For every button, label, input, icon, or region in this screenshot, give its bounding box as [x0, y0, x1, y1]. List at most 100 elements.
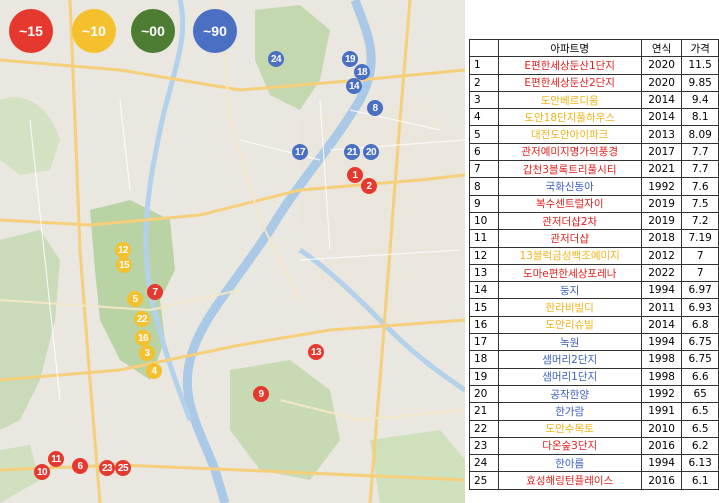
cell-name: 갑천3블록트리풀시티 [497, 160, 642, 179]
table-row[interactable]: 8 국화신동아 1992 7.6 [469, 177, 719, 196]
cell-year: 2014 [640, 90, 683, 110]
marker-label: 14 [348, 80, 360, 92]
table-row[interactable]: 15 한라비빌디 2011 6.93 [469, 298, 719, 317]
marker-5[interactable]: 5 [127, 291, 143, 307]
table-row[interactable]: 19 샘머리1단지 1998 6.6 [469, 367, 719, 386]
cell-no: 11 [469, 229, 499, 248]
marker-label: 9 [258, 388, 264, 400]
marker-20[interactable]: 20 [363, 144, 379, 160]
table-row[interactable]: 7 갑천3블록트리풀시티 2021 7.7 [469, 160, 719, 179]
marker-label: 1 [352, 169, 358, 181]
table-row[interactable]: 6 관저예미지명가의풍경 2017 7.7 [469, 142, 719, 162]
marker-7[interactable]: 7 [147, 284, 163, 300]
table-row[interactable]: 25 효성해링턴플레이스 2016 6.1 [469, 471, 719, 490]
cell-name: 관저더샵2차 [497, 211, 642, 231]
cell-price: 8.1 [681, 108, 719, 127]
marker-label: 22 [136, 313, 148, 325]
cell-price: 9.4 [681, 90, 719, 110]
table-row[interactable]: 1 E편한세상둔산1단지 2020 11.5 [469, 56, 719, 75]
cell-name: 둥지 [497, 281, 642, 300]
cell-year: 1992 [640, 177, 683, 196]
cell-price: 8.09 [681, 125, 719, 144]
marker-4[interactable]: 4 [146, 363, 162, 379]
marker-9[interactable]: 9 [253, 386, 269, 402]
table-header-row: 아파트명 연식 가격 [469, 38, 719, 58]
legend-item-15: ~15 [9, 9, 53, 53]
marker-3[interactable]: 3 [139, 345, 155, 361]
table-row[interactable]: 4 도안18단지풀하우스 2014 8.1 [469, 108, 719, 127]
marker-14[interactable]: 14 [346, 78, 362, 94]
cell-name: 13블럭금성백조예미지 [497, 246, 642, 265]
cell-year: 2013 [640, 125, 683, 144]
cell-price: 7 [681, 263, 719, 283]
cell-year: 1994 [640, 281, 683, 300]
cell-no: 3 [469, 90, 499, 110]
cell-price: 7.5 [681, 194, 719, 213]
cell-price: 6.6 [681, 367, 719, 386]
marker-17[interactable]: 17 [292, 144, 308, 160]
table-row[interactable]: 23 다온숲3단지 2016 6.2 [469, 436, 719, 456]
marker-2[interactable]: 2 [361, 178, 377, 194]
cell-no: 4 [469, 108, 499, 127]
table-row[interactable]: 24 한아름 1994 6.13 [469, 454, 719, 473]
cell-price: 65 [681, 384, 719, 404]
cell-year: 2011 [640, 298, 683, 317]
marker-21[interactable]: 21 [344, 144, 360, 160]
legend-label: ~90 [203, 23, 227, 39]
cell-name: E편한세상둔산1단지 [497, 56, 642, 75]
cell-year: 2012 [640, 246, 683, 265]
marker-24[interactable]: 24 [268, 51, 284, 67]
marker-12[interactable]: 12 [115, 242, 131, 258]
cell-year: 1994 [640, 454, 683, 473]
marker-6[interactable]: 6 [72, 458, 88, 474]
table-row[interactable]: 13 도마e편한세상포레나 2022 7 [469, 263, 719, 283]
table-row[interactable]: 10 관저더샵2차 2019 7.2 [469, 211, 719, 231]
marker-8[interactable]: 8 [367, 100, 383, 116]
table-row[interactable]: 20 공작한양 1992 65 [469, 384, 719, 404]
table-row[interactable]: 12 13블럭금성백조예미지 2012 7 [469, 246, 719, 265]
marker-23[interactable]: 23 [99, 460, 115, 476]
table-row[interactable]: 17 녹원 1994 6.75 [469, 333, 719, 352]
cell-price: 7 [681, 246, 719, 265]
table-row[interactable]: 11 관저더샵 2018 7.19 [469, 229, 719, 248]
marker-22[interactable]: 22 [134, 311, 150, 327]
table-row[interactable]: 5 대전도안아이파크 2013 8.09 [469, 125, 719, 144]
map-area[interactable]: ~15 ~10 ~00 ~90 24 19 18 14 8 17 21 20 1… [0, 0, 465, 503]
cell-no: 12 [469, 246, 499, 265]
cell-name: 도안리슈빌 [497, 315, 642, 335]
marker-11[interactable]: 11 [48, 451, 64, 467]
cell-name: 공작한양 [497, 384, 642, 404]
table-row[interactable]: 2 E편한세상둔산2단지 2020 9.85 [469, 73, 719, 92]
table-row[interactable]: 9 복수센트럴자이 2019 7.5 [469, 194, 719, 213]
marker-1[interactable]: 1 [347, 167, 363, 183]
marker-15[interactable]: 15 [116, 257, 132, 273]
cell-price: 6.93 [681, 298, 719, 317]
cell-no: 8 [469, 177, 499, 196]
table-row[interactable]: 21 한가람 1991 6.5 [469, 402, 719, 421]
marker-16[interactable]: 16 [135, 330, 151, 346]
cell-no: 15 [469, 298, 499, 317]
marker-label: 18 [356, 66, 368, 78]
table-row[interactable]: 3 도안베르디움 2014 9.4 [469, 90, 719, 110]
table-row[interactable]: 16 도안리슈빌 2014 6.8 [469, 315, 719, 335]
table-row[interactable]: 14 둥지 1994 6.97 [469, 281, 719, 300]
marker-label: 2 [366, 180, 372, 192]
table-row[interactable]: 18 샘머리2단지 1998 6.75 [469, 350, 719, 369]
marker-label: 4 [151, 365, 157, 377]
marker-19[interactable]: 19 [342, 51, 358, 67]
marker-25[interactable]: 25 [115, 460, 131, 476]
marker-label: 21 [346, 146, 358, 158]
table-row[interactable]: 22 도안수목토 2010 6.5 [469, 419, 719, 438]
marker-10[interactable]: 10 [34, 464, 50, 480]
cell-name: 대전도안아이파크 [497, 125, 642, 144]
marker-label: 6 [77, 460, 83, 472]
cell-name: 도안18단지풀하우스 [497, 108, 642, 127]
marker-13[interactable]: 13 [308, 344, 324, 360]
cell-name: 한아름 [497, 454, 642, 473]
marker-label: 13 [310, 346, 322, 358]
cell-year: 1991 [640, 402, 683, 421]
cell-no: 5 [469, 125, 499, 144]
cell-price: 7.19 [681, 229, 719, 248]
cell-year: 1998 [640, 367, 683, 386]
cell-price: 6.75 [681, 333, 719, 352]
